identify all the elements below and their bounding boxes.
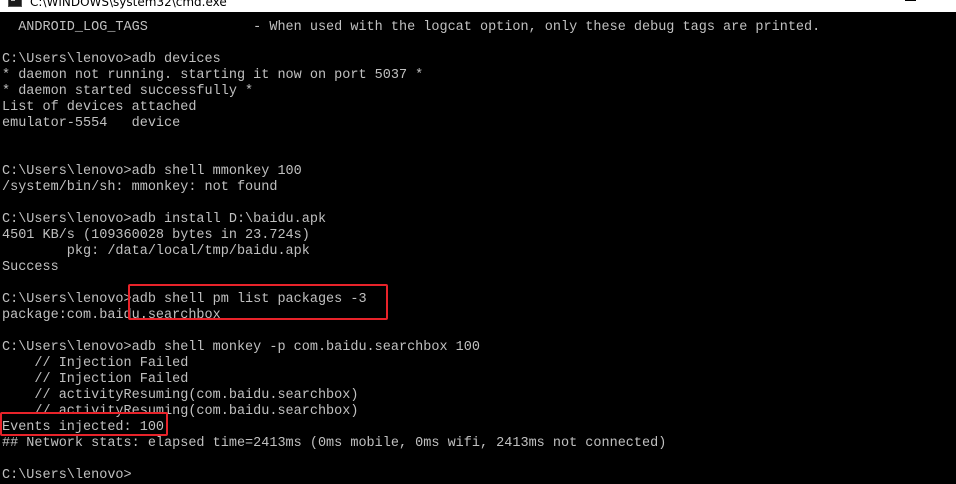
console-output[interactable]: ANDROID_LOG_TAGS - When used with the lo…	[0, 12, 956, 484]
console-line: ## Network stats: elapsed time=2413ms (0…	[2, 436, 667, 451]
console-line: emulator-5554 device	[2, 116, 181, 131]
console-line: // activityResuming(com.baidu.searchbox)	[2, 388, 359, 403]
window-title: C:\WINDOWS\system32\cmd.exe	[30, 0, 227, 9]
console-line: C:\Users\lenovo>adb devices	[2, 52, 221, 67]
console-line: // activityResuming(com.baidu.searchbox)	[2, 404, 359, 419]
console-line: List of devices attached	[2, 100, 197, 115]
console-line: // Injection Failed	[2, 372, 189, 387]
console-line: Success	[2, 260, 59, 275]
console-line: C:\Users\lenovo>	[2, 468, 132, 483]
minimize-button[interactable]	[815, 0, 861, 12]
cmd-window: C:\WINDOWS\system32\cmd.exe ANDROID_LOG_…	[0, 0, 956, 484]
cmd-app-icon	[8, 0, 22, 7]
console-line: Events injected: 100	[2, 420, 165, 435]
console-line: /system/bin/sh: mmonkey: not found	[2, 180, 278, 195]
console-line: 4501 KB/s (109360028 bytes in 23.724s)	[2, 228, 310, 243]
console-line: C:\Users\lenovo>adb shell pm list packag…	[2, 292, 367, 307]
console-line: // Injection Failed	[2, 356, 189, 371]
console-line: package:com.baidu.searchbox	[2, 308, 221, 323]
console-line: C:\Users\lenovo>adb shell mmonkey 100	[2, 164, 302, 179]
console-line: * daemon not running. starting it now on…	[2, 68, 424, 83]
console-line: C:\Users\lenovo>adb install D:\baidu.apk	[2, 212, 327, 227]
console-line: pkg: /data/local/tmp/baidu.apk	[2, 244, 310, 259]
console-line: C:\Users\lenovo>adb shell monkey -p com.…	[2, 340, 480, 355]
console-line: ANDROID_LOG_TAGS - When used with the lo…	[2, 20, 821, 35]
maximize-button[interactable]	[887, 0, 933, 12]
title-bar[interactable]: C:\WINDOWS\system32\cmd.exe	[0, 0, 956, 12]
console-line: * daemon started successfully *	[2, 84, 254, 99]
